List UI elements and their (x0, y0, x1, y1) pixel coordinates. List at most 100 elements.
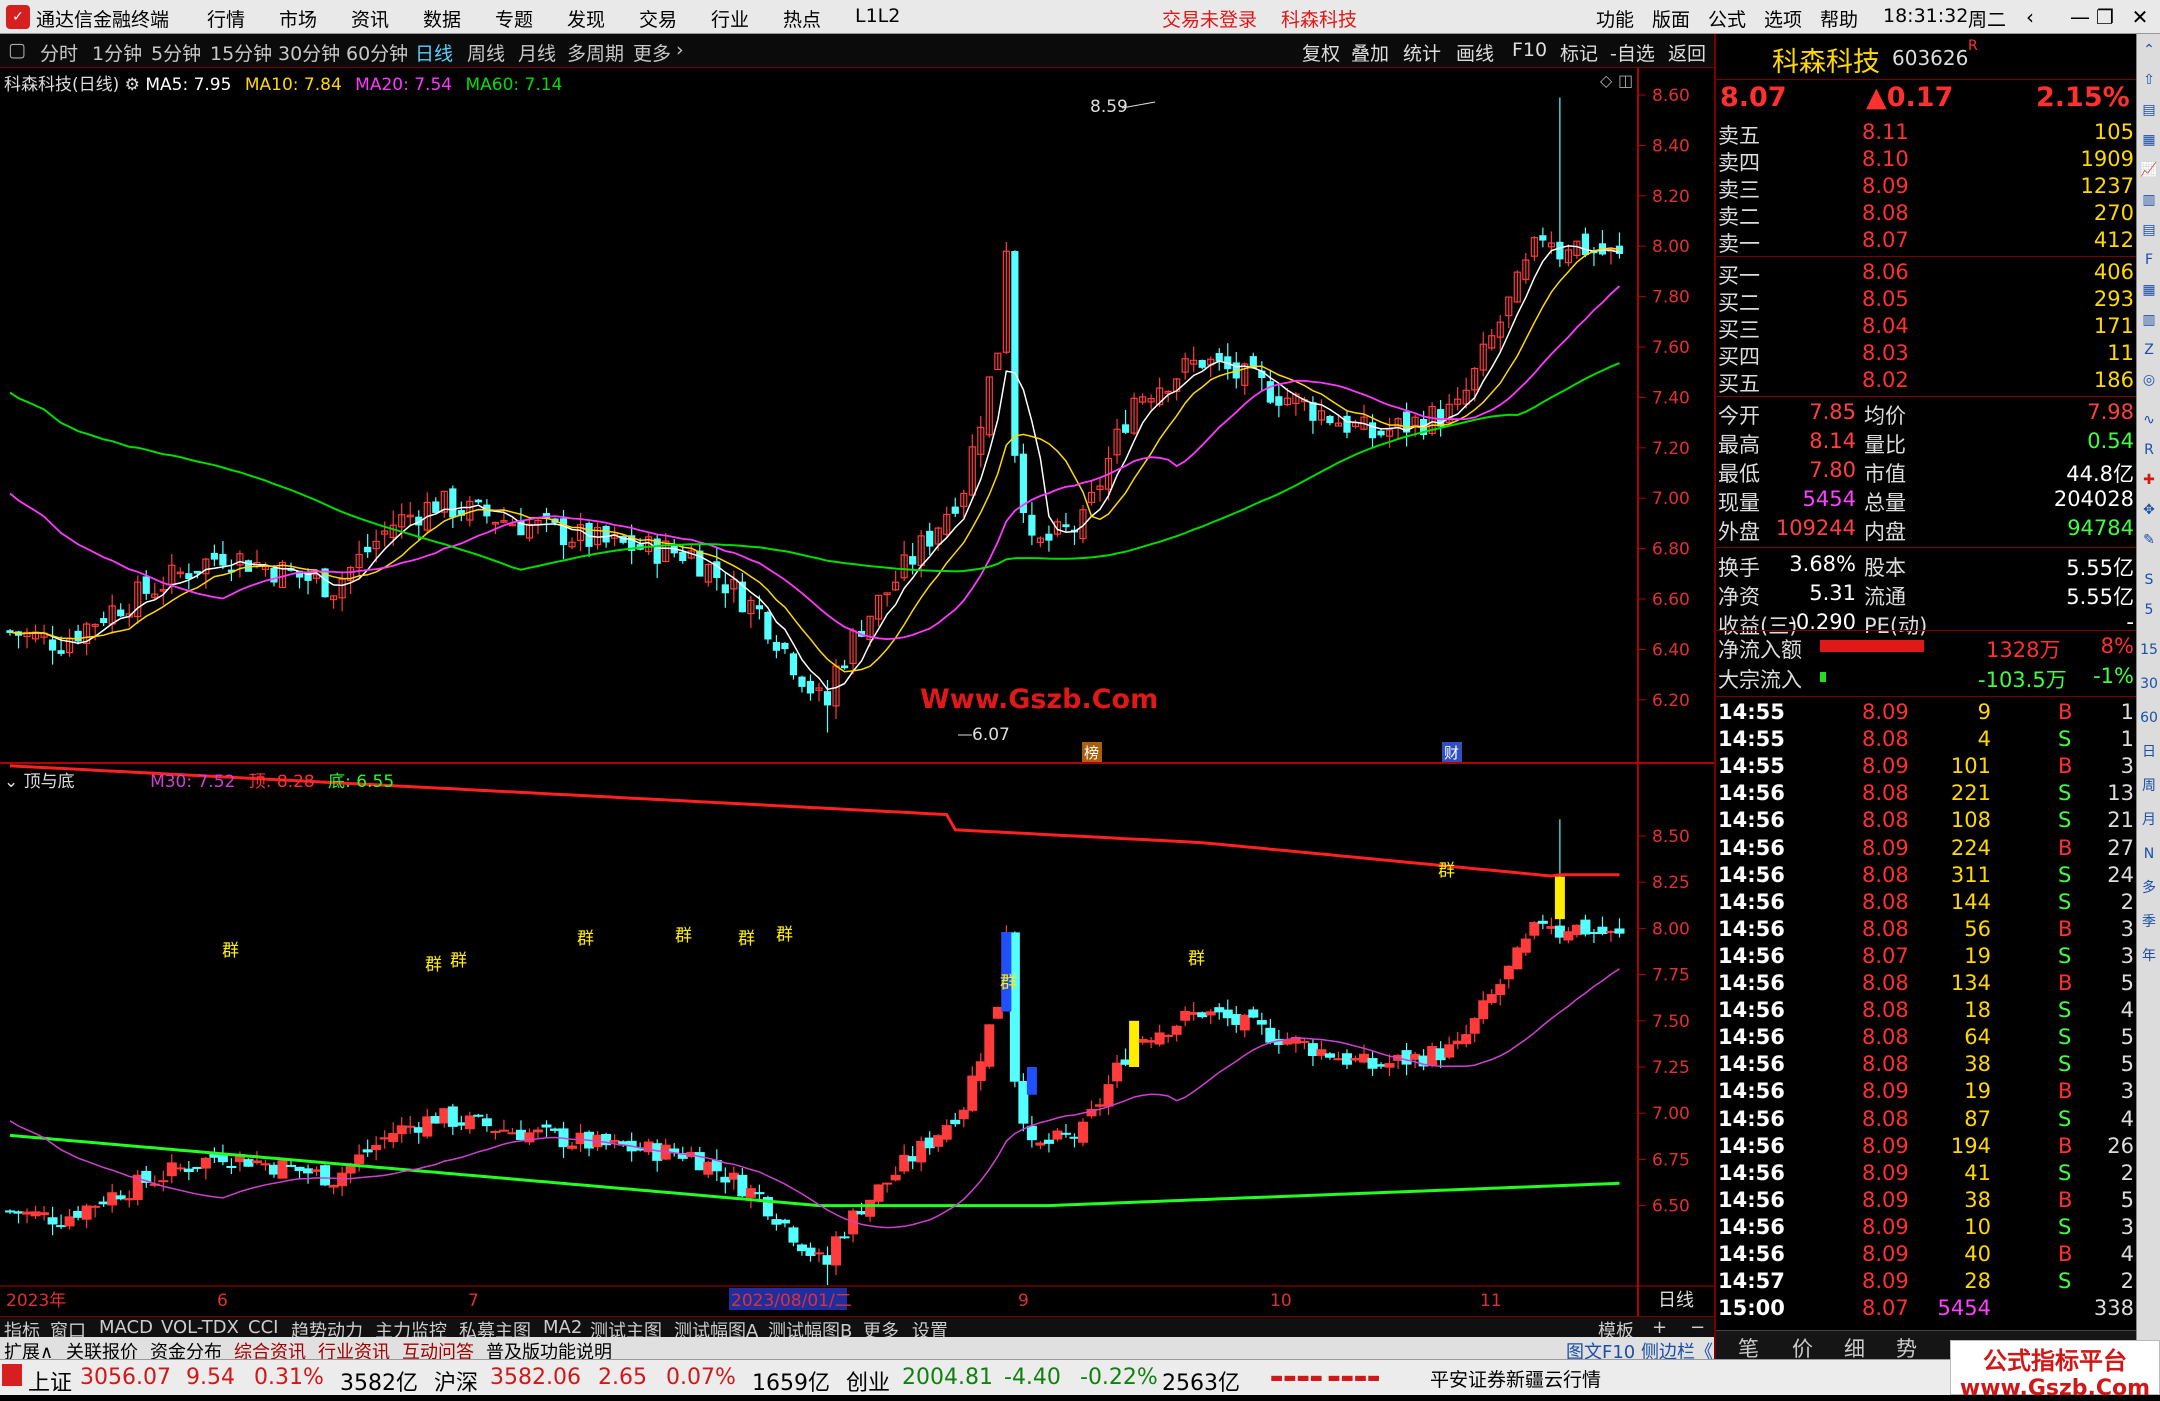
year-icon[interactable]: 年 (2139, 946, 2159, 966)
grid-icon[interactable]: ▦ (2139, 130, 2159, 150)
sub-chevron-icon[interactable]: ⌄ (4, 772, 24, 792)
login-status[interactable]: 交易未登录 (1162, 5, 1257, 32)
toggle-icon[interactable]: ▢ (8, 39, 26, 61)
close-icon[interactable]: ✕ (2125, 3, 2155, 31)
menu-hangqing[interactable]: 行情 (207, 5, 245, 32)
restore-icon[interactable]: ❐ (2090, 3, 2120, 31)
wave-icon[interactable]: ∿ (2139, 410, 2159, 430)
season-icon[interactable]: 季 (2139, 912, 2159, 932)
five-icon[interactable]: 5 (2139, 600, 2159, 620)
fin-icon[interactable]: F (2139, 250, 2159, 270)
period-daily[interactable]: 日线 (415, 39, 453, 66)
tool-biaoji[interactable]: 标记 (1560, 39, 1598, 66)
list-icon[interactable]: ▤ (2139, 220, 2159, 240)
gear-icon[interactable]: ⚙ (125, 75, 146, 95)
cy-label[interactable]: 创业 (846, 1365, 890, 1397)
day-icon[interactable]: 日 (2139, 742, 2159, 762)
menu-zhuanti[interactable]: 专题 (495, 5, 533, 32)
sub-candle-body (1018, 1080, 1029, 1124)
rsi-icon[interactable]: R (2139, 440, 2159, 460)
line-chart-icon[interactable]: 📈 (2139, 160, 2159, 180)
multi-icon[interactable]: 多 (2139, 878, 2159, 898)
menu-shichang[interactable]: 市场 (279, 5, 317, 32)
bid-row[interactable]: 买五 8.02 186 (1716, 368, 2136, 396)
bid-row[interactable]: 买三 8.04 171 (1716, 314, 2136, 342)
bid-row[interactable]: 买四 8.03 11 (1716, 341, 2136, 369)
menu-bangzhu[interactable]: 帮助 (1820, 5, 1858, 32)
ask-row[interactable]: 卖三 8.09 1237 (1716, 174, 2136, 202)
tool-fanhui[interactable]: 返回 (1668, 39, 1706, 66)
period-15min[interactable]: 15分钟 (210, 39, 272, 66)
circle-icon[interactable]: ◎ (2139, 370, 2159, 390)
menu-faxian[interactable]: 发现 (567, 5, 605, 32)
kline-chart-svg[interactable]: 8.60 8.40 8.20 8.00 7.80 7.60 7.40 7.20 7.00 6.80… (0, 68, 1714, 1316)
period-weekly[interactable]: 周线 (467, 39, 505, 66)
tick-row: 14:56 8.09 19 B 3 (1718, 1079, 2134, 1104)
plus-icon[interactable]: + (1652, 1317, 1667, 1338)
menu-l1l2[interactable]: L1L2 (855, 5, 900, 27)
tool-huaxian[interactable]: 画线 (1456, 39, 1494, 66)
n-icon[interactable]: N (2139, 844, 2159, 864)
period-60min[interactable]: 60分钟 (346, 39, 408, 66)
move-icon[interactable]: ✥ (2139, 500, 2159, 520)
bid-row[interactable]: 买一 8.06 406 (1716, 260, 2136, 288)
period-5min[interactable]: 5分钟 (151, 39, 201, 66)
tick-row: 14:56 8.08 108 S 21 (1718, 808, 2134, 833)
bid-row[interactable]: 买二 8.05 293 (1716, 287, 2136, 315)
week-icon[interactable]: 周 (2139, 776, 2159, 796)
fz-icon[interactable]: Z (2139, 340, 2159, 360)
fs-icon[interactable]: S (2139, 570, 2159, 590)
table-icon[interactable]: ▦ (2139, 280, 2159, 300)
ask-row[interactable]: 卖一 8.07 412 (1716, 228, 2136, 256)
tool-f10[interactable]: F10 (1512, 39, 1547, 61)
menu-xuanxiang[interactable]: 选项 (1764, 5, 1802, 32)
quote-panel: 科森科技 603626 R 8.07 ▲0.17 2.15% 卖五 8.11 105 卖四 8… (1714, 34, 2136, 1361)
menu-shuju[interactable]: 数据 (423, 5, 461, 32)
pen-icon[interactable]: ✎ (2139, 530, 2159, 550)
back-icon[interactable]: ‹ (2015, 3, 2045, 31)
sub-candle-body (73, 1210, 84, 1218)
tool-diejia[interactable]: 叠加 (1351, 39, 1389, 66)
menu-gongshi[interactable]: 公式 (1708, 5, 1746, 32)
menu-gongneng[interactable]: 功能 (1596, 5, 1634, 32)
kline-icon[interactable]: ▥ (2139, 190, 2159, 210)
month-icon[interactable]: 月 (2139, 810, 2159, 830)
doc-icon[interactable]: ▥ (2139, 310, 2159, 330)
tab-vol[interactable]: VOL-TDX (161, 1317, 239, 1338)
chevron-right-icon[interactable]: › (676, 39, 684, 61)
period-60-icon[interactable]: 60 (2139, 708, 2159, 728)
main-candle-body (909, 556, 917, 565)
up-icon[interactable]: ⇧ (2139, 70, 2159, 90)
period-more[interactable]: 更多 (633, 39, 671, 66)
menu-hangye[interactable]: 行业 (711, 5, 749, 32)
ask-row[interactable]: 卖二 8.08 270 (1716, 201, 2136, 229)
tab-cci[interactable]: CCI (248, 1317, 278, 1338)
tool-zixuan[interactable]: -自选 (1610, 39, 1655, 66)
kline-chart-area[interactable]: 8.60 8.40 8.20 8.00 7.80 7.60 7.40 7.20 7.00 6.80… (0, 68, 1714, 1316)
hs-label[interactable]: 沪深 (434, 1365, 478, 1397)
main-candle-body (193, 570, 201, 574)
period-monthly[interactable]: 月线 (518, 39, 556, 66)
menu-banmian[interactable]: 版面 (1652, 5, 1690, 32)
minus-icon[interactable]: − (1690, 1317, 1705, 1338)
period-1min[interactable]: 1分钟 (92, 39, 142, 66)
plus-cross-icon[interactable]: ✚ (2139, 470, 2159, 490)
period-15-icon[interactable]: 15 (2139, 640, 2159, 660)
legend-ma10: MA10: 7.84 (244, 75, 342, 95)
sh-label[interactable]: 上证 (28, 1365, 72, 1397)
menu-redian[interactable]: 热点 (783, 5, 821, 32)
menu-jiaoyi[interactable]: 交易 (639, 5, 677, 32)
tool-tongji[interactable]: 统计 (1403, 39, 1441, 66)
chart-icon[interactable]: ▤ (2139, 100, 2159, 120)
menu-zixun[interactable]: 资讯 (351, 5, 389, 32)
ask-row[interactable]: 卖五 8.11 105 (1716, 120, 2136, 148)
tab-macd[interactable]: MACD (99, 1317, 153, 1338)
up-arrow-icon[interactable]: ⌃ (2139, 40, 2159, 60)
ask-row[interactable]: 卖四 8.10 1909 (1716, 147, 2136, 175)
period-multi[interactable]: 多周期 (567, 39, 624, 66)
period-30-icon[interactable]: 30 (2139, 674, 2159, 694)
period-30min[interactable]: 30分钟 (278, 39, 340, 66)
tab-ma2[interactable]: MA2 (543, 1317, 582, 1338)
period-fenshi[interactable]: 分时 (40, 39, 78, 66)
tool-fuquan[interactable]: 复权 (1302, 39, 1340, 66)
